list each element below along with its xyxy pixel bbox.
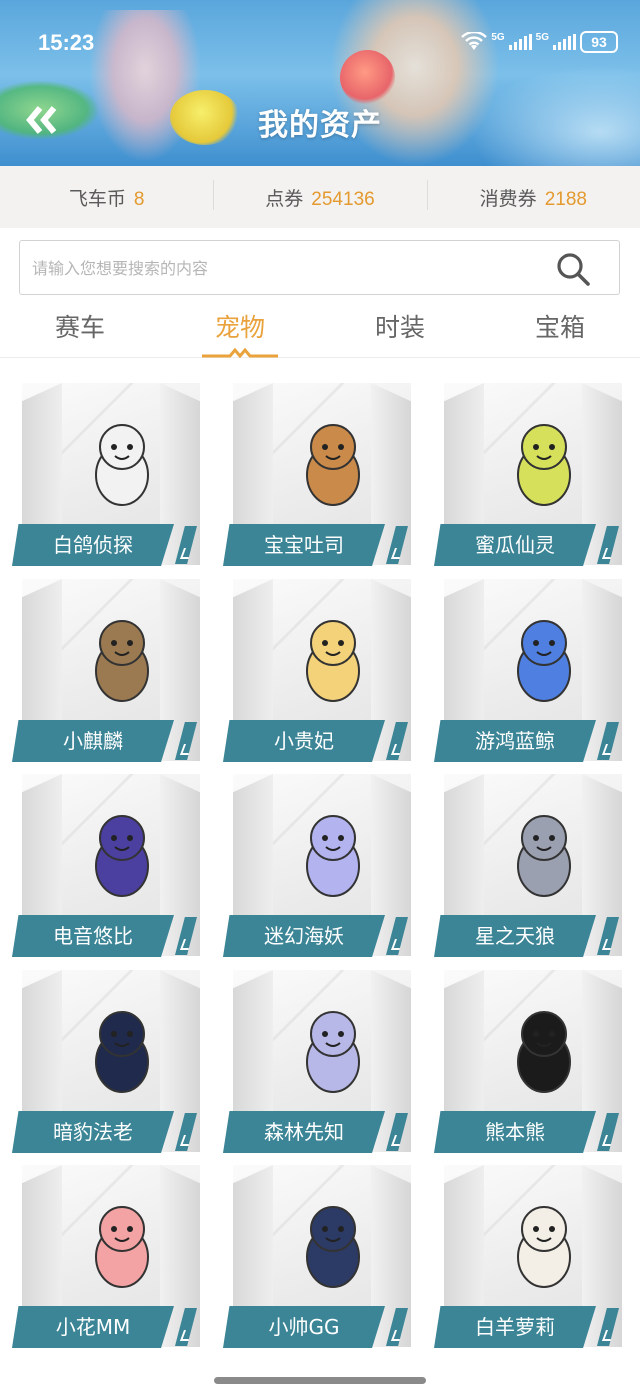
tab-label: 赛车 [54,313,105,342]
pet-name-label: 电音悠比 [12,915,174,957]
pet-card[interactable]: 小麒麟 [12,579,200,762]
tab-label: 宠物 [214,313,265,342]
header-banner: 15:23 5G 5G 93 我的资产 [0,0,640,166]
blue-whale-icon [517,620,571,702]
banner-jellyfish [340,50,395,105]
pet-name-label: 小贵妃 [223,720,385,762]
pet-name-label: 宝宝吐司 [223,524,385,566]
tab-racing-cars[interactable]: 赛车 [0,300,160,357]
balance-label: 点券 [265,187,304,210]
star-wolf-icon [517,815,571,897]
pet-card[interactable]: 电音悠比 [12,774,200,957]
balance-racing-coins: 飞车币 8 [0,184,213,211]
balance-vouchers: 消费券 2188 [426,179,640,211]
pet-name-label: 游鸿蓝鲸 [434,720,596,762]
tab-treasure-chests[interactable]: 宝箱 [480,300,640,357]
yoyo-creature-icon [95,815,149,897]
pet-name-label: 白鸽侦探 [12,524,174,566]
balance-points: 点券 254136 [213,179,426,211]
sheep-icon [517,1206,571,1288]
pet-card[interactable]: 游鸿蓝鲸 [434,579,622,762]
home-indicator[interactable] [214,1377,426,1384]
status-time: 15:23 [38,30,95,55]
pet-card[interactable]: 熊本熊 [434,970,622,1153]
status-icons: 5G 5G 93 [461,30,618,54]
balance-value: 254136 [311,188,375,210]
forest-cat-icon [306,1011,360,1093]
pet-card[interactable]: 星之天狼 [434,774,622,957]
pet-card[interactable]: 小贵妃 [223,579,411,762]
tab-label: 宝箱 [534,313,585,342]
balance-label: 飞车币 [68,187,126,210]
tab-label: 时装 [374,313,425,342]
balance-bar: 飞车币 8 点券 254136 消费券 2188 [0,166,640,228]
pet-name-label: 星之天狼 [434,915,596,957]
pet-name-label: 森林先知 [223,1111,385,1153]
kumamon-icon [517,1011,571,1093]
pet-name-label: 暗豹法老 [12,1111,174,1153]
balance-label: 消费券 [479,187,537,210]
princess-icon [306,620,360,702]
pet-card[interactable]: 白鸽侦探 [12,383,200,566]
pet-name-label: 迷幻海妖 [223,915,385,957]
wifi-icon [461,32,488,50]
network-type-2: 5G [535,31,549,43]
search-icon[interactable] [555,251,591,287]
pet-name-label: 小帅GG [223,1306,385,1348]
melon-fairy-icon [517,424,571,506]
pet-name-label: 蜜瓜仙灵 [434,524,596,566]
anubis-icon [95,1011,149,1093]
page-title: 我的资产 [258,108,382,143]
active-tab-indicator [202,348,278,358]
pet-card[interactable]: 蜜瓜仙灵 [434,383,622,566]
tab-fashion[interactable]: 时装 [320,300,480,357]
search-input[interactable] [32,253,532,283]
balance-value: 8 [133,188,145,210]
flower-girl-icon [95,1206,149,1288]
pet-card[interactable]: 迷幻海妖 [223,774,411,957]
pet-card[interactable]: 小花MM [12,1165,200,1348]
battery-icon: 93 [580,31,618,53]
qilin-icon [95,620,149,702]
search-bar [19,240,620,295]
network-type-1: 5G [491,31,505,43]
pet-name-label: 熊本熊 [434,1111,596,1153]
signal-bars-icon [508,34,532,50]
signal-bars-icon [553,34,576,50]
pet-card[interactable]: 宝宝吐司 [223,383,411,566]
pigeon-detective-icon [95,424,149,506]
baby-boy-icon [306,1206,360,1288]
pet-name-label: 小麒麟 [12,720,174,762]
pet-card[interactable]: 白羊萝莉 [434,1165,622,1348]
balance-value: 2188 [544,188,587,210]
category-tabs: 赛车 宠物 时装 宝箱 [0,300,640,358]
sea-siren-icon [306,815,360,897]
pet-name-label: 小花MM [12,1306,174,1348]
toast-cookie-icon [306,424,360,506]
pet-card[interactable]: 暗豹法老 [12,970,200,1153]
pet-name-label: 白羊萝莉 [434,1306,596,1348]
tab-pets[interactable]: 宠物 [160,300,320,358]
pet-card[interactable]: 小帅GG [223,1165,411,1348]
pet-card[interactable]: 森林先知 [223,970,411,1153]
